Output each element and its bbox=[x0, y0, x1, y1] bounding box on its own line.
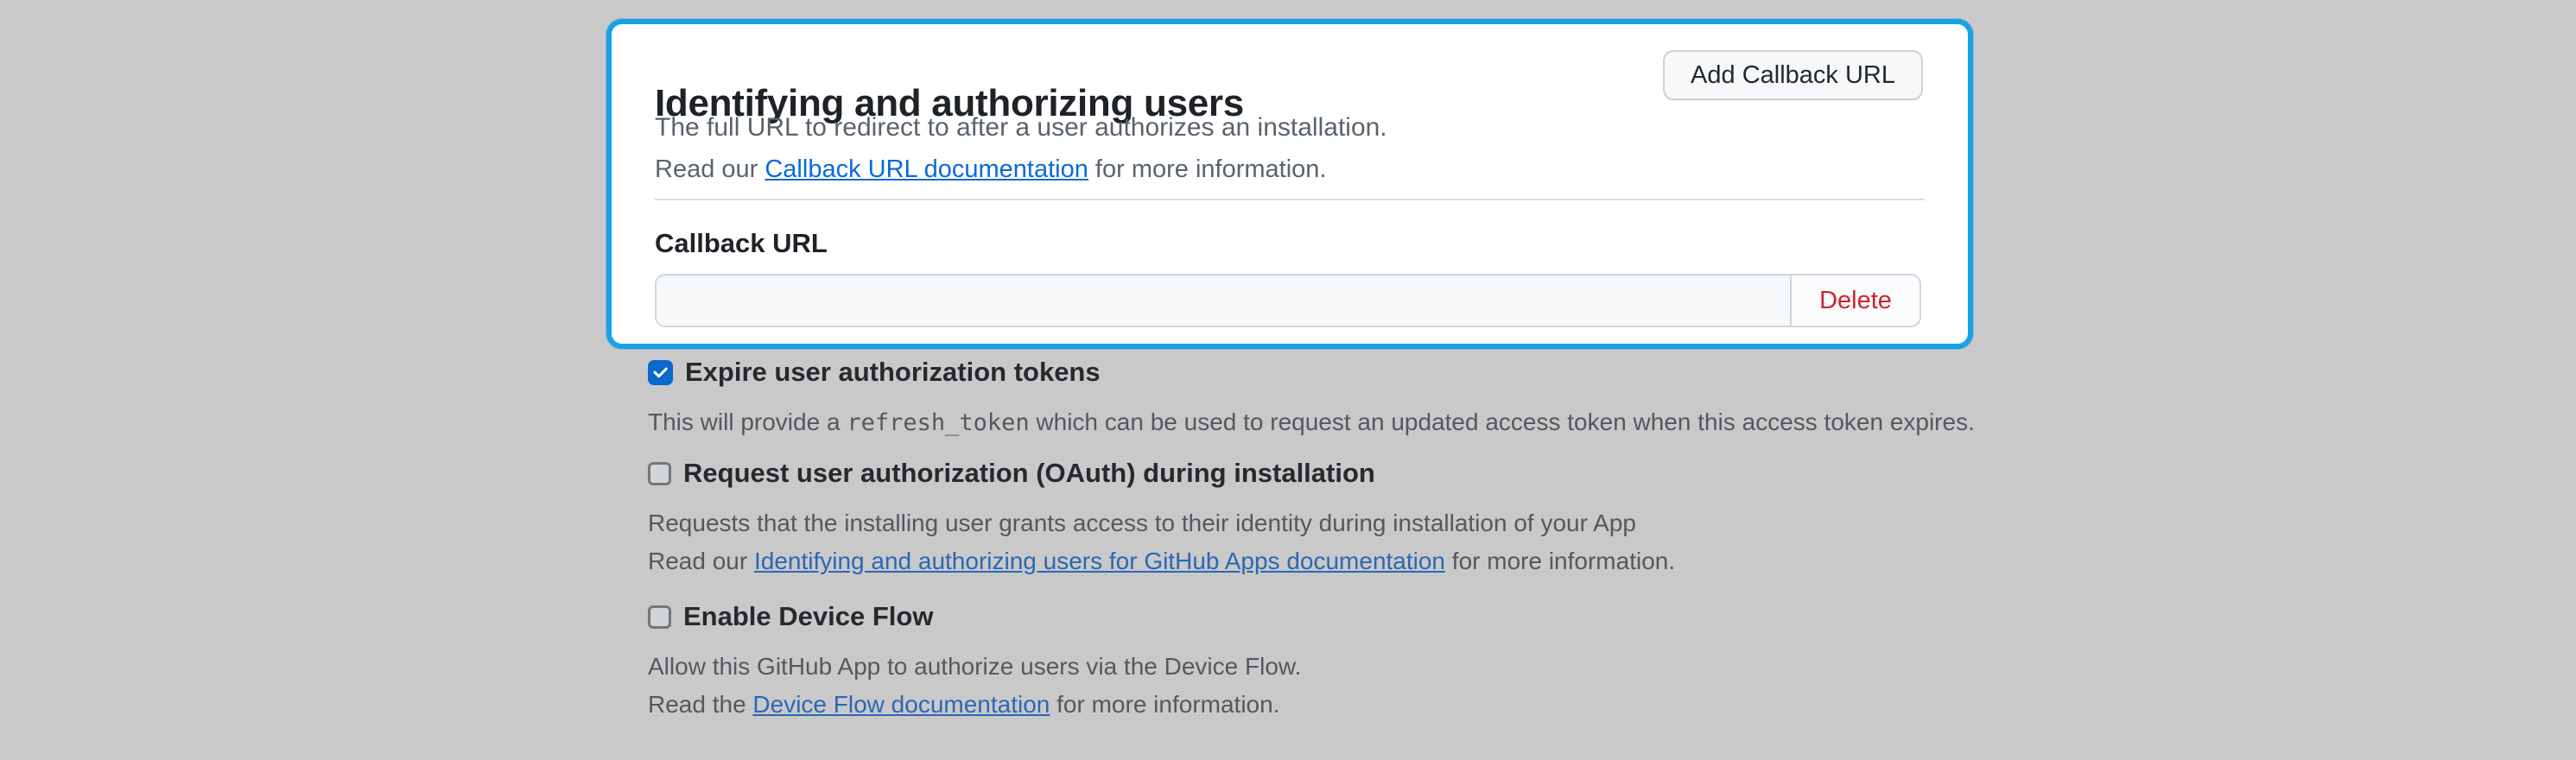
docs-line-prefix: Read our bbox=[648, 548, 754, 574]
section-description: The full URL to redirect to after a user… bbox=[655, 113, 1387, 142]
option-row: Enable Device Flow bbox=[648, 601, 1301, 632]
device-flow-checkbox[interactable] bbox=[648, 605, 671, 629]
expire-tokens-checkbox[interactable] bbox=[648, 360, 673, 385]
device-flow-label[interactable]: Enable Device Flow bbox=[683, 601, 933, 632]
option-expire-tokens: Expire user authorization tokens This wi… bbox=[648, 357, 1975, 437]
description-prefix: This will provide a bbox=[648, 408, 847, 435]
oauth-during-install-label[interactable]: Request user authorization (OAuth) durin… bbox=[683, 458, 1375, 489]
checkmark-icon bbox=[651, 364, 669, 382]
expire-tokens-description: This will provide a refresh_token which … bbox=[648, 408, 1975, 437]
description-suffix: which can be used to request an updated … bbox=[1030, 408, 1975, 435]
callback-url-documentation-link[interactable]: Callback URL documentation bbox=[765, 155, 1088, 183]
expire-tokens-label[interactable]: Expire user authorization tokens bbox=[685, 357, 1101, 388]
identifying-authorizing-docs-link[interactable]: Identifying and authorizing users for Gi… bbox=[754, 548, 1445, 574]
callback-docs-line: Read our Callback URL documentation for … bbox=[655, 155, 1326, 184]
callback-url-input[interactable] bbox=[657, 276, 1790, 326]
oauth-during-install-checkbox[interactable] bbox=[648, 462, 671, 485]
callback-url-section: Identifying and authorizing users Add Ca… bbox=[606, 19, 1973, 349]
refresh-token-code: refresh_token bbox=[847, 409, 1029, 436]
option-oauth-during-install: Request user authorization (OAuth) durin… bbox=[648, 458, 1675, 575]
oauth-docs-line: Read our Identifying and authorizing use… bbox=[648, 548, 1675, 575]
page: Identifying and authorizing users Add Ca… bbox=[0, 0, 2576, 760]
oauth-during-install-description: Requests that the installing user grants… bbox=[648, 510, 1675, 537]
divider bbox=[655, 199, 1925, 200]
device-flow-docs-line: Read the Device Flow documentation for m… bbox=[648, 691, 1301, 719]
docs-line-suffix: for more information. bbox=[1088, 155, 1327, 183]
callback-url-input-group: Delete bbox=[655, 274, 1921, 327]
device-flow-description: Allow this GitHub App to authorize users… bbox=[648, 653, 1301, 681]
docs-line-prefix: Read our bbox=[655, 155, 765, 183]
add-callback-url-button[interactable]: Add Callback URL bbox=[1663, 50, 1923, 100]
device-flow-documentation-link[interactable]: Device Flow documentation bbox=[752, 691, 1050, 718]
docs-line-prefix: Read the bbox=[648, 691, 752, 718]
callback-url-label: Callback URL bbox=[655, 228, 828, 259]
option-row: Expire user authorization tokens bbox=[648, 357, 1975, 388]
docs-line-suffix: for more information. bbox=[1445, 548, 1675, 574]
docs-line-suffix: for more information. bbox=[1050, 691, 1279, 718]
option-device-flow: Enable Device Flow Allow this GitHub App… bbox=[648, 601, 1301, 719]
option-row: Request user authorization (OAuth) durin… bbox=[648, 458, 1675, 489]
delete-callback-url-button[interactable]: Delete bbox=[1790, 276, 1919, 326]
